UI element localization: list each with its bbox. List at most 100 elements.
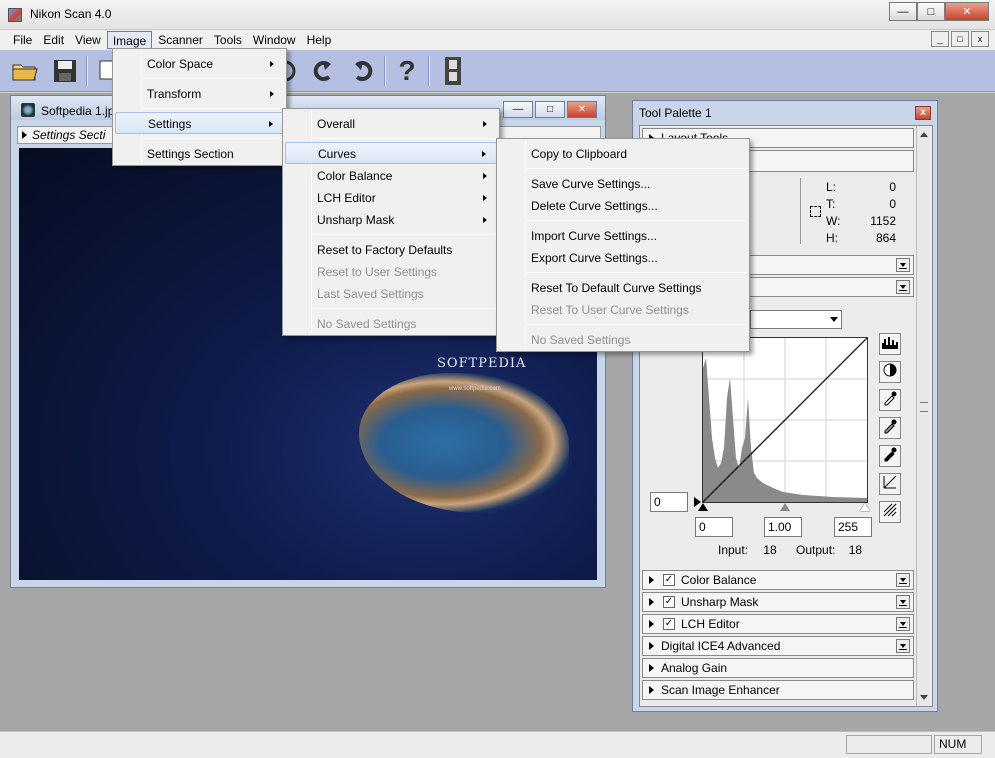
label: W: (826, 214, 841, 228)
white-point-field[interactable]: 255 (834, 517, 872, 537)
gamma-handle-icon[interactable] (780, 503, 790, 511)
settings-submenu: Overall Curves Color Balance LCH Editor … (282, 108, 500, 336)
check-icon[interactable]: ✓ (663, 596, 675, 608)
menu-item-label: Last Saved Settings (317, 287, 424, 301)
menu-file[interactable]: File (8, 31, 37, 49)
menu-item-label: Curves (318, 147, 357, 161)
section-dropdown-icon[interactable] (896, 617, 910, 631)
menu-item-overall[interactable]: Overall (285, 113, 497, 135)
white-point-handle-icon[interactable] (860, 503, 870, 511)
output-value: 18 (848, 543, 863, 557)
section-dropdown-icon[interactable] (896, 573, 910, 587)
section-dropdown-icon[interactable] (896, 258, 910, 272)
maximize-button[interactable]: □ (917, 2, 945, 21)
expand-triangle-icon (649, 686, 654, 694)
histogram-icon[interactable] (879, 333, 901, 355)
menu-edit[interactable]: Edit (38, 31, 69, 49)
section-dropdown-icon[interactable] (896, 595, 910, 609)
menu-item-color-space[interactable]: Color Space (115, 53, 284, 75)
num-lock-indicator: NUM (934, 735, 982, 754)
submenu-arrow-icon (482, 151, 486, 157)
menu-separator (527, 220, 747, 221)
rotate-left-icon[interactable] (306, 54, 340, 88)
scroll-grip-icon[interactable] (920, 402, 928, 412)
image-maximize-button[interactable]: □ (535, 101, 565, 118)
menu-item-curves[interactable]: Curves (285, 142, 497, 164)
save-icon[interactable] (48, 54, 82, 88)
section-color-balance[interactable]: ✓ Color Balance (642, 570, 914, 590)
output-field[interactable]: 0 (650, 492, 688, 512)
menu-item-settings[interactable]: Settings (115, 112, 284, 134)
black-point-field[interactable]: 0 (695, 517, 733, 537)
menu-view[interactable]: View (70, 31, 106, 49)
app-title: Nikon Scan 4.0 (30, 7, 112, 21)
channel-select[interactable] (750, 310, 842, 329)
section-digital-ice[interactable]: Digital ICE4 Advanced (642, 636, 914, 656)
expand-triangle-icon (649, 598, 654, 606)
menu-item-reset-factory[interactable]: Reset to Factory Defaults (285, 239, 497, 261)
menu-item-color-balance[interactable]: Color Balance (285, 165, 497, 187)
check-icon[interactable]: ✓ (663, 574, 675, 586)
menu-item-copy-clipboard[interactable]: Copy to Clipboard (499, 143, 747, 165)
section-scan-image-enhancer[interactable]: Scan Image Enhancer (642, 680, 914, 700)
rotate-right-icon[interactable] (346, 54, 380, 88)
section-analog-gain[interactable]: Analog Gain (642, 658, 914, 678)
contrast-icon[interactable] (879, 361, 901, 383)
menu-item-reset-default-curve[interactable]: Reset To Default Curve Settings (499, 277, 747, 299)
menu-item-delete-curve[interactable]: Delete Curve Settings... (499, 195, 747, 217)
menu-item-transform[interactable]: Transform (115, 83, 284, 105)
menu-image[interactable]: Image (106, 31, 153, 49)
section-unsharp-mask[interactable]: ✓ Unsharp Mask (642, 592, 914, 612)
menu-item-lch-editor[interactable]: LCH Editor (285, 187, 497, 209)
menu-item-label: Reset to Factory Defaults (317, 243, 453, 257)
settings-section-label: Settings Secti (32, 128, 106, 142)
image-close-button[interactable]: ✕ (567, 101, 597, 118)
watermark: SOFTPEDIA (437, 356, 527, 371)
menu-item-unsharp-mask[interactable]: Unsharp Mask (285, 209, 497, 231)
gamma-field[interactable]: 1.00 (764, 517, 802, 537)
open-folder-icon[interactable] (8, 54, 42, 88)
eyedropper-black-icon[interactable] (879, 445, 901, 467)
reset-curve-icon[interactable] (879, 473, 901, 495)
input-label: Input: (718, 543, 749, 557)
menu-separator (143, 78, 284, 79)
chevron-down-icon (830, 317, 838, 322)
mdi-controls: _ □ x (931, 31, 989, 47)
menu-item-export-curve[interactable]: Export Curve Settings... (499, 247, 747, 269)
menu-tools[interactable]: Tools (209, 31, 247, 49)
curves-submenu: Copy to Clipboard Save Curve Settings...… (496, 138, 750, 352)
scroll-down-icon[interactable] (920, 695, 928, 700)
menubar: File Edit View Image Scanner Tools Windo… (0, 30, 995, 50)
section-lch-editor[interactable]: ✓ LCH Editor (642, 614, 914, 634)
eyedropper-white-icon[interactable] (879, 389, 901, 411)
image-minimize-button[interactable]: — (503, 101, 533, 118)
palette-scrollbar[interactable] (916, 126, 932, 706)
mdi-minimize-button[interactable]: _ (931, 31, 949, 47)
help-icon[interactable]: ? (390, 54, 424, 88)
menu-item-settings-section[interactable]: Settings Section (115, 143, 284, 165)
mdi-restore-button[interactable]: □ (951, 31, 969, 47)
mdi-close-button[interactable]: x (971, 31, 989, 47)
close-button[interactable]: ✕ (945, 2, 989, 21)
check-icon[interactable]: ✓ (663, 618, 675, 630)
minimize-button[interactable]: — (889, 2, 917, 21)
menu-help[interactable]: Help (302, 31, 337, 49)
submenu-arrow-icon (269, 121, 273, 127)
menu-window[interactable]: Window (248, 31, 301, 49)
film-strip-icon[interactable] (436, 54, 470, 88)
menu-scanner[interactable]: Scanner (153, 31, 208, 49)
curves-slider-track[interactable] (698, 503, 870, 513)
menu-item-import-curve[interactable]: Import Curve Settings... (499, 225, 747, 247)
curves-graph[interactable] (702, 337, 868, 503)
menu-item-label: Settings Section (147, 147, 234, 161)
auto-contrast-icon[interactable] (879, 501, 901, 523)
menu-item-save-curve[interactable]: Save Curve Settings... (499, 173, 747, 195)
eyedropper-gray-icon[interactable] (879, 417, 901, 439)
palette-close-button[interactable]: x (915, 106, 931, 120)
toolbar-separator (428, 56, 430, 86)
expand-triangle-icon (649, 664, 654, 672)
section-dropdown-icon[interactable] (896, 280, 910, 294)
label: L: (826, 180, 837, 194)
scroll-up-icon[interactable] (920, 132, 928, 137)
section-dropdown-icon[interactable] (896, 639, 910, 653)
